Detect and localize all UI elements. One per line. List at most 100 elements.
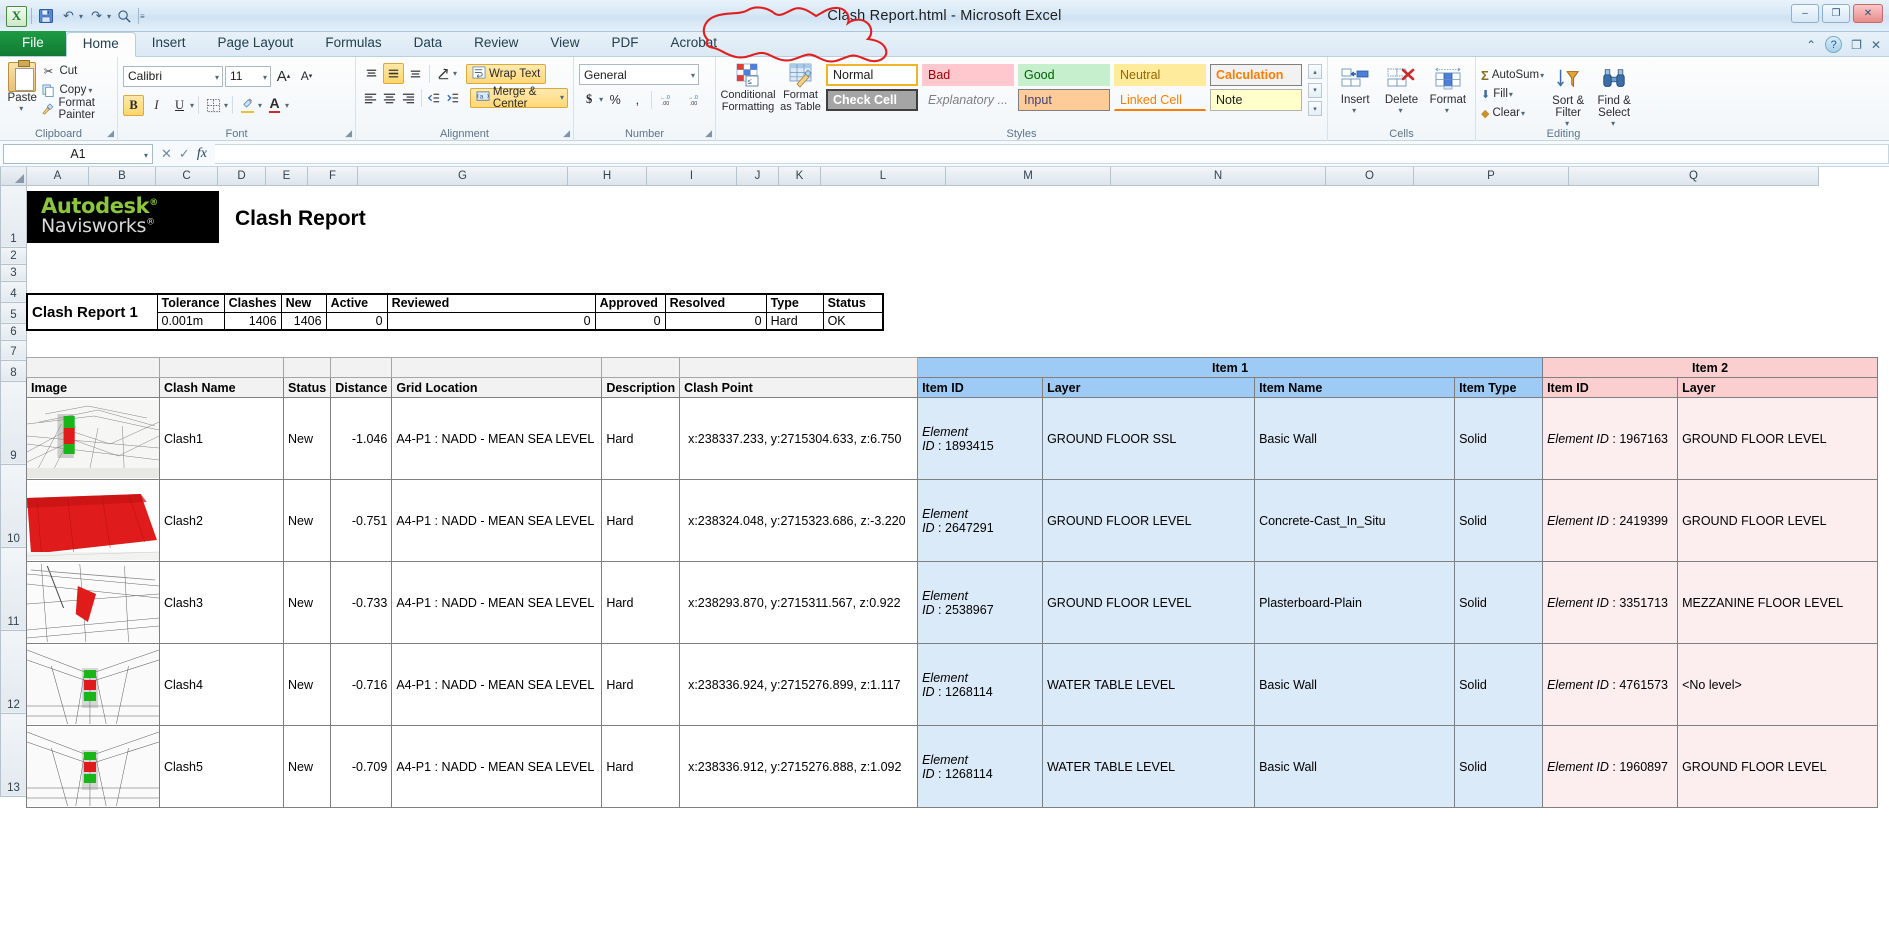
style-calculation[interactable]: Calculation bbox=[1210, 64, 1302, 86]
tab-view[interactable]: View bbox=[534, 31, 595, 56]
underline-button[interactable]: U bbox=[169, 95, 190, 116]
clash-thumbnail-cell[interactable] bbox=[26, 479, 160, 562]
minimize-button[interactable]: – bbox=[1791, 4, 1819, 23]
font-name-chevron-down-icon[interactable]: ▾ bbox=[215, 73, 219, 82]
find-select-dropdown-icon[interactable]: ▾ bbox=[1611, 119, 1615, 128]
autosum-button[interactable]: Σ AutoSum ▾ bbox=[1481, 66, 1544, 84]
row-header-11[interactable]: 11 bbox=[0, 546, 27, 631]
merge-and-center-button[interactable]: a Merge & Center ▾ bbox=[469, 86, 569, 110]
style-good[interactable]: Good bbox=[1018, 64, 1110, 86]
style-note[interactable]: Note bbox=[1210, 89, 1302, 111]
gallery-scroll-down-icon[interactable]: ▾ bbox=[1308, 82, 1322, 98]
row-header-4[interactable]: 4 bbox=[0, 280, 27, 303]
clipboard-dialog-launcher-icon[interactable]: ◢ bbox=[107, 128, 114, 139]
column-header-H[interactable]: H bbox=[567, 167, 647, 186]
cancel-formula-icon[interactable]: ✕ bbox=[161, 146, 172, 162]
style-check-cell[interactable]: Check Cell bbox=[826, 89, 918, 111]
restore-window-icon[interactable]: ❐ bbox=[1851, 38, 1862, 52]
increase-decimal-icon[interactable]: ←.0.00 bbox=[656, 89, 682, 110]
font-color-icon[interactable]: A bbox=[264, 95, 285, 116]
accounting-format-icon[interactable]: $ bbox=[579, 89, 599, 110]
clash-thumbnail-cell[interactable] bbox=[26, 725, 160, 808]
formula-bar-buttons[interactable]: ✕ ✓ fx bbox=[153, 146, 215, 162]
number-format-chevron-down-icon[interactable]: ▾ bbox=[691, 71, 695, 80]
column-header-C[interactable]: C bbox=[155, 167, 218, 186]
comma-style-icon[interactable]: , bbox=[627, 89, 647, 110]
insert-cells-dropdown-icon[interactable]: ▾ bbox=[1352, 106, 1356, 115]
style-input[interactable]: Input bbox=[1018, 89, 1110, 111]
fill-color-icon[interactable] bbox=[237, 95, 258, 116]
clear-button[interactable]: ◆ Clear ▾ bbox=[1481, 104, 1544, 122]
clash-thumbnail-cell[interactable] bbox=[26, 397, 160, 480]
row-header-13[interactable]: 13 bbox=[0, 712, 27, 797]
table-row[interactable]: Clash2 New -0.751 A4-P1 : NADD - MEAN SE… bbox=[26, 479, 1879, 562]
cut-button[interactable]: ✂ Cut bbox=[41, 62, 112, 80]
column-header-N[interactable]: N bbox=[1110, 167, 1326, 186]
column-header-I[interactable]: I bbox=[646, 167, 737, 186]
row-header-12[interactable]: 12 bbox=[0, 629, 27, 714]
format-painter-button[interactable]: Format Painter bbox=[41, 97, 112, 121]
column-header-M[interactable]: M bbox=[945, 167, 1111, 186]
underline-dropdown-icon[interactable]: ▾ bbox=[190, 101, 194, 110]
number-format-combo[interactable]: General ▾ bbox=[579, 64, 699, 85]
borders-icon[interactable] bbox=[203, 95, 224, 116]
decrease-decimal-icon[interactable]: →.0.00 bbox=[684, 89, 710, 110]
orientation-icon[interactable] bbox=[433, 63, 454, 84]
column-header-A[interactable]: A bbox=[26, 167, 89, 186]
style-bad[interactable]: Bad bbox=[922, 64, 1014, 86]
column-header-K[interactable]: K bbox=[778, 167, 821, 186]
gallery-scroll-up-icon[interactable]: ▴ bbox=[1308, 64, 1322, 79]
close-workbook-icon[interactable]: ✕ bbox=[1871, 38, 1881, 52]
row-header-6[interactable]: 6 bbox=[0, 322, 27, 341]
tab-pdf[interactable]: PDF bbox=[595, 31, 654, 56]
wrap-text-button[interactable]: Wrap Text bbox=[466, 63, 547, 84]
insert-function-icon[interactable]: fx bbox=[197, 146, 207, 162]
ribbon-controls[interactable]: ⌃ ? ❐ ✕ bbox=[1806, 36, 1881, 53]
delete-cells-dropdown-icon[interactable]: ▾ bbox=[1398, 106, 1402, 115]
minimize-ribbon-icon[interactable]: ⌃ bbox=[1806, 38, 1816, 52]
autosum-dropdown-icon[interactable]: ▾ bbox=[1540, 71, 1544, 80]
table-row[interactable]: Clash3 New -0.733 A4-P1 : NADD - MEAN SE… bbox=[26, 561, 1879, 644]
column-header-O[interactable]: O bbox=[1325, 167, 1414, 186]
italic-button[interactable]: I bbox=[146, 95, 167, 116]
tab-acrobat[interactable]: Acrobat bbox=[654, 31, 733, 56]
borders-dropdown-icon[interactable]: ▾ bbox=[224, 101, 228, 110]
select-all-corner[interactable] bbox=[0, 167, 27, 186]
clash-thumbnail-cell[interactable] bbox=[26, 643, 160, 726]
tab-review[interactable]: Review bbox=[458, 31, 534, 56]
table-row[interactable]: Clash1 New -1.046 A4-P1 : NADD - MEAN SE… bbox=[26, 397, 1879, 480]
tab-formulas[interactable]: Formulas bbox=[309, 31, 397, 56]
bold-button[interactable]: B bbox=[123, 94, 144, 116]
tab-file[interactable]: File bbox=[0, 31, 66, 56]
style-linked-cell[interactable]: Linked Cell bbox=[1114, 89, 1206, 111]
column-header-P[interactable]: P bbox=[1413, 167, 1569, 186]
row-header-2[interactable]: 2 bbox=[0, 246, 27, 265]
window-controls[interactable]: – ❐ ✕ bbox=[1791, 4, 1883, 23]
orientation-dropdown-icon[interactable]: ▾ bbox=[453, 69, 457, 78]
styles-gallery-scrollbar[interactable]: ▴ ▾ ▾ bbox=[1308, 64, 1322, 116]
bottom-align-icon[interactable] bbox=[405, 63, 426, 84]
font-size-combo[interactable]: 11 ▾ bbox=[225, 65, 271, 87]
table-row[interactable]: Clash5 New -0.709 A4-P1 : NADD - MEAN SE… bbox=[26, 725, 1879, 808]
increase-indent-icon[interactable] bbox=[444, 87, 462, 108]
column-header-G[interactable]: G bbox=[357, 167, 568, 186]
tab-data[interactable]: Data bbox=[398, 31, 459, 56]
row-header-7[interactable]: 7 bbox=[0, 339, 27, 361]
row-header-10[interactable]: 10 bbox=[0, 463, 27, 548]
number-dialog-launcher-icon[interactable]: ◢ bbox=[705, 128, 712, 139]
spreadsheet-grid[interactable]: A B C D E F G H I J K L M N O P Q 1 Auto… bbox=[0, 167, 1889, 948]
fill-button[interactable]: ⬇ Fill ▾ bbox=[1481, 85, 1544, 103]
style-explanatory[interactable]: Explanatory ... bbox=[922, 89, 1014, 111]
table-row[interactable]: Clash4 New -0.716 A4-P1 : NADD - MEAN SE… bbox=[26, 643, 1879, 726]
maximize-button[interactable]: ❐ bbox=[1822, 4, 1850, 23]
help-icon[interactable]: ? bbox=[1825, 36, 1843, 53]
column-header-D[interactable]: D bbox=[217, 167, 266, 186]
shrink-font-icon[interactable]: A ▾ bbox=[296, 66, 317, 87]
grow-font-icon[interactable]: A ▴ bbox=[273, 66, 294, 87]
row-header-3[interactable]: 3 bbox=[0, 263, 27, 282]
font-dialog-launcher-icon[interactable]: ◢ bbox=[345, 128, 352, 139]
row-header-1[interactable]: 1 bbox=[0, 184, 27, 248]
alignment-dialog-launcher-icon[interactable]: ◢ bbox=[563, 128, 570, 139]
percent-style-icon[interactable]: % bbox=[605, 89, 625, 110]
sort-filter-dropdown-icon[interactable]: ▾ bbox=[1565, 119, 1569, 128]
